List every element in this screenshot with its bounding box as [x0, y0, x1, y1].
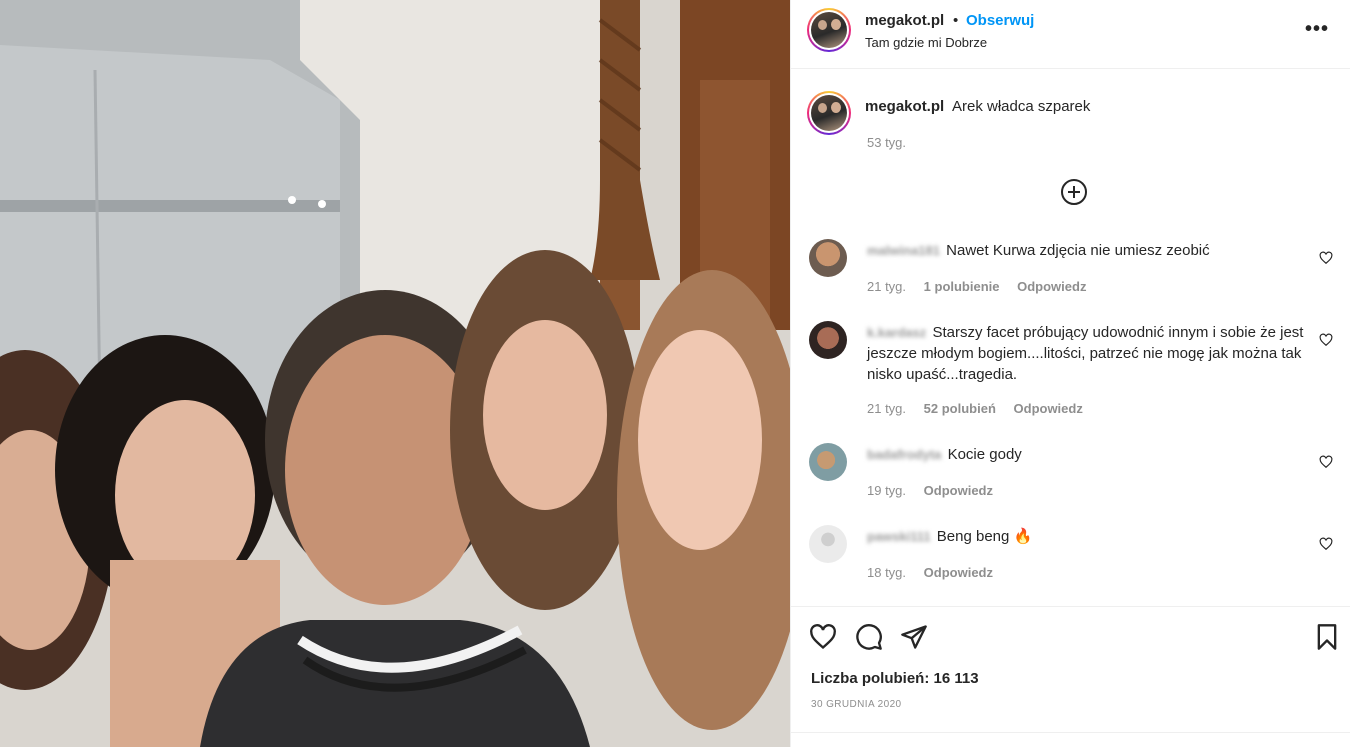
comment-body: malwina181 Nawet Kurwa zdjęcia nie umies…: [867, 240, 1307, 261]
comment-time[interactable]: 21 tyg.: [867, 279, 906, 294]
bookmark-icon[interactable]: [1313, 623, 1341, 651]
post-location[interactable]: Tam gdzie mi Dobrze: [865, 35, 987, 50]
comment-text: Beng beng 🔥: [936, 528, 1033, 545]
follow-button[interactable]: Obserwuj: [966, 12, 1034, 29]
heart-icon[interactable]: [809, 623, 837, 651]
post-header: megakot.pl • Obserwuj Tam gdzie mi Dobrz…: [791, 0, 1350, 69]
post-photo-illustration: [0, 0, 790, 747]
heart-icon[interactable]: [1319, 537, 1333, 551]
reply-button[interactable]: Odpowiedz: [1017, 279, 1086, 294]
more-options-icon[interactable]: •••: [1305, 18, 1329, 41]
comment-icon[interactable]: [855, 623, 883, 651]
caption-time[interactable]: 53 tyg.: [867, 135, 906, 150]
plus-circle-icon[interactable]: [1060, 178, 1088, 206]
comment-meta: 21 tyg. 1 polubienie Odpowiedz: [867, 279, 1100, 294]
commenter-username[interactable]: badafrodyta: [867, 447, 941, 462]
commenter-avatar[interactable]: [809, 525, 847, 563]
comment-time[interactable]: 21 tyg.: [867, 401, 906, 416]
commenter-username[interactable]: pawski111: [867, 529, 931, 544]
divider: [791, 732, 1350, 733]
commenter-username[interactable]: malwina181: [867, 243, 940, 258]
comment-time[interactable]: 18 tyg.: [867, 565, 906, 580]
comment-text: Kocie gody: [947, 446, 1022, 463]
comment-likes[interactable]: 52 polubień: [924, 401, 996, 416]
comment-body: badafrodyta Kocie gody: [867, 444, 1307, 465]
comment-meta: 21 tyg. 52 polubień Odpowiedz: [867, 401, 1097, 416]
likes-count[interactable]: Liczba polubień: 16 113: [811, 670, 979, 687]
reply-button[interactable]: Odpowiedz: [1014, 401, 1083, 416]
post-details-panel: megakot.pl • Obserwuj Tam gdzie mi Dobrz…: [790, 0, 1350, 747]
post-actions: Liczba polubień: 16 113 30 GRUDNIA 2020: [791, 606, 1350, 747]
heart-icon[interactable]: [1319, 333, 1333, 347]
commenter-avatar[interactable]: [809, 239, 847, 277]
comment-body: k.kardasz Starszy facet próbujący udowod…: [867, 322, 1307, 385]
caption-username[interactable]: megakot.pl: [865, 98, 944, 115]
author-username[interactable]: megakot.pl: [865, 12, 944, 29]
comment-meta: 18 tyg. Odpowiedz: [867, 565, 1007, 580]
heart-icon[interactable]: [1319, 455, 1333, 469]
post-date[interactable]: 30 GRUDNIA 2020: [811, 699, 902, 710]
comment-meta: 19 tyg. Odpowiedz: [867, 483, 1007, 498]
comment-text: Nawet Kurwa zdjęcia nie umiesz zeobić: [946, 242, 1210, 259]
comment-likes[interactable]: 1 polubienie: [924, 279, 1000, 294]
reply-button[interactable]: Odpowiedz: [924, 483, 993, 498]
comment-time[interactable]: 19 tyg.: [867, 483, 906, 498]
comment-text: Starszy facet próbujący udowodnić innym …: [867, 324, 1304, 383]
commenter-username[interactable]: k.kardasz: [867, 325, 926, 340]
send-icon[interactable]: [900, 623, 928, 651]
reply-button[interactable]: Odpowiedz: [924, 565, 993, 580]
author-avatar[interactable]: [807, 8, 851, 52]
commenter-avatar[interactable]: [809, 443, 847, 481]
post-photo[interactable]: [0, 0, 790, 747]
comment-body: pawski111 Beng beng 🔥: [867, 526, 1307, 547]
caption-author-avatar[interactable]: [807, 91, 851, 135]
separator-dot: •: [953, 12, 959, 29]
caption-text: Arek władca szparek: [952, 98, 1091, 115]
commenter-avatar[interactable]: [809, 321, 847, 359]
heart-icon[interactable]: [1319, 251, 1333, 265]
